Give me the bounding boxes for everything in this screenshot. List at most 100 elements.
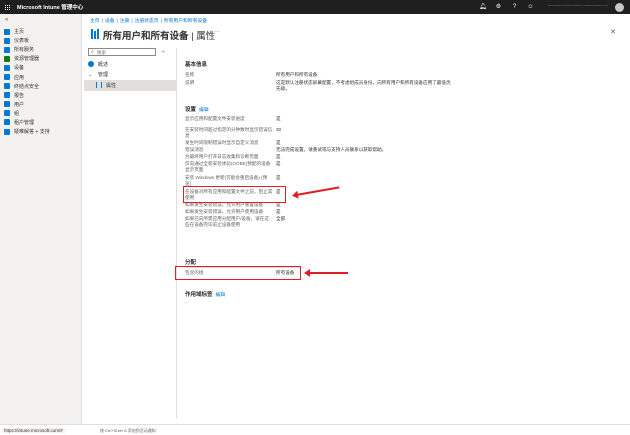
page-title-sub: | 属性 [191, 31, 216, 42]
scope-tags-title: 作用域标签 编辑 [185, 290, 225, 298]
nav-item-all-services[interactable]: 所有服务 [0, 45, 82, 54]
status-hint: 按 Ctrl+Shift+A 添加到活动通知 [100, 428, 156, 433]
breadcrumb-link[interactable]: 注册状态页 [135, 19, 159, 24]
breadcrumb-separator: | [131, 19, 133, 24]
explorer-icon [4, 55, 10, 62]
nav-item-troubleshooting[interactable]: 疑难解答 + 支持 [0, 127, 82, 136]
nav-item-label: 报告 [14, 92, 25, 99]
breadcrumb: 主页 | 设备 | 注册 | 注册状态页 | 所有用户和所有设备 [90, 17, 207, 24]
nav-item-devices[interactable]: 设备 [0, 63, 82, 72]
setting-label: 显示应用和配置文件安装进度 [185, 116, 245, 121]
endpoint-security-icon [4, 83, 10, 90]
nav-item-tenant-admin[interactable]: 租户管理 [0, 118, 82, 127]
highlight-box-windows-update [183, 186, 286, 203]
help-icon[interactable]: ? [511, 0, 518, 14]
menu-item-properties[interactable]: 属性 [84, 80, 176, 91]
nav-item-label: 主页 [14, 29, 25, 36]
more-button[interactable]: ··· [214, 29, 220, 35]
tenant-admin-icon [4, 119, 10, 126]
search-input[interactable] [97, 49, 147, 55]
nav-item-label: 仪表板 [14, 38, 30, 45]
menu-item-overview[interactable]: 概述 [84, 59, 176, 70]
settings-edit-link[interactable]: 编辑 [199, 108, 209, 113]
nav-item-label: 终结点安全 [14, 83, 40, 90]
status-url: https://intune.microsoft.com/# [2, 428, 65, 433]
page-title-main: 所有用户和所有设备 [103, 31, 189, 42]
name-label: 名称 [185, 72, 195, 77]
nav-item-label: 应用 [14, 74, 25, 81]
description-label: 说明 [185, 80, 195, 85]
bell-icon[interactable]: 🔔︎ [479, 0, 487, 14]
info-icon [88, 61, 94, 68]
nav-item-label: 资源管理器 [14, 56, 40, 63]
search-box[interactable]: ⌕ [88, 48, 156, 56]
setting-value: 30 [276, 127, 282, 132]
scope-tags-edit-link[interactable]: 编辑 [216, 293, 226, 298]
setting-label: 如果发生安装错误，允许用户使用设备 [185, 209, 264, 214]
setting-value: 是 [276, 202, 281, 207]
assignments-title: 分配 [185, 260, 197, 266]
apps-icon [4, 74, 10, 81]
description-value: 这是默认注册状态屏幕配置，不考虑组成员身份，向所有用户和所有设备应用了最低优先级… [276, 80, 451, 92]
menu-divider [176, 48, 177, 418]
groups-icon [4, 110, 10, 117]
setting-label: 仅向通过全新安装体验(OOBE)预配的设备显示页面 [185, 161, 271, 173]
breadcrumb-separator: | [160, 19, 162, 24]
setting-label: 错误消息 [185, 147, 204, 152]
gear-icon[interactable]: ⚙ [495, 0, 502, 14]
nav-item-label: 疑难解答 + 支持 [14, 129, 50, 136]
properties-icon [96, 82, 102, 89]
page-title: 所有用户和所有设备 | 属性 [103, 28, 215, 42]
nav-item-reports[interactable]: 报告 [0, 91, 82, 100]
feedback-icon[interactable]: ☺ [527, 0, 534, 14]
nav-item-users[interactable]: 用户 [0, 100, 82, 109]
nav-item-label: 组 [14, 110, 20, 117]
collapse-nav-icon[interactable]: « [5, 17, 8, 23]
troubleshooting-icon [4, 128, 10, 135]
setting-value: 全部 [276, 216, 286, 221]
breadcrumb-link[interactable]: 注册 [120, 19, 130, 24]
users-icon [4, 101, 10, 108]
setting-label: 发生时间限制错误时显示自定义消息 [185, 140, 259, 145]
nav-item-groups[interactable]: 组 [0, 109, 82, 118]
nav-item-dashboard[interactable]: 仪表板 [0, 36, 82, 45]
setting-value: 是 [276, 209, 281, 214]
all-services-icon [4, 46, 10, 53]
setting-label: 在安装时间超过指定的分钟数时显示错误信息 [185, 127, 273, 139]
reports-icon [4, 92, 10, 99]
menu-item-label: 概述 [98, 61, 109, 68]
breadcrumb-separator: | [116, 19, 118, 24]
setting-value: 是 [276, 161, 281, 166]
scope-tags-value: - [185, 300, 187, 305]
highlight-box-assignments [175, 266, 301, 280]
nav-item-apps[interactable]: 应用 [0, 72, 82, 81]
setting-value: 是 [276, 175, 281, 180]
collapse-menu-icon[interactable]: « [162, 49, 165, 55]
breadcrumb-link[interactable]: 设备 [105, 19, 115, 24]
setting-label: 如果已向所需应用分配用户/设备，请在这些在设备完毕前止设备使用 [185, 216, 269, 228]
breadcrumb-link[interactable]: 主页 [90, 19, 100, 24]
menu-group-manage[interactable]: ⌄ 管理 [84, 70, 176, 81]
nav-item-endpoint-security[interactable]: 终结点安全 [0, 82, 82, 91]
setting-value: 是 [276, 140, 281, 145]
avatar[interactable] [615, 3, 624, 12]
basic-info-title: 基本信息 [185, 62, 208, 68]
account-info[interactable]: ........................................… [548, 3, 608, 12]
breadcrumb-separator: | [101, 19, 103, 24]
setting-value: 是 [276, 116, 281, 121]
name-value: 所有用户和所有设备 [276, 72, 318, 77]
app-title[interactable]: Microsoft Intune 管理中心 [17, 3, 83, 11]
resource-menu: ⌕ « 概述 ⌄ 管理 属性 [84, 48, 176, 91]
highlight-arrow-assignments [304, 269, 348, 277]
breadcrumb-link[interactable]: 所有用户和所有设备 [164, 19, 207, 24]
setting-value: 是 [276, 154, 281, 159]
home-icon [4, 28, 10, 35]
setting-value: 无法完成设置。请重试或与支持人员联系以获取帮助。 [276, 147, 387, 152]
scope-tags-title-text: 作用域标签 [185, 292, 213, 298]
close-button[interactable]: ✕ [610, 28, 616, 36]
nav-item-explorer[interactable]: 资源管理器 [0, 54, 82, 63]
app-launcher-icon[interactable] [4, 4, 10, 10]
menu-item-label: 属性 [106, 82, 117, 89]
dashboard-icon [4, 37, 10, 44]
nav-item-home[interactable]: 主页 [0, 27, 82, 36]
